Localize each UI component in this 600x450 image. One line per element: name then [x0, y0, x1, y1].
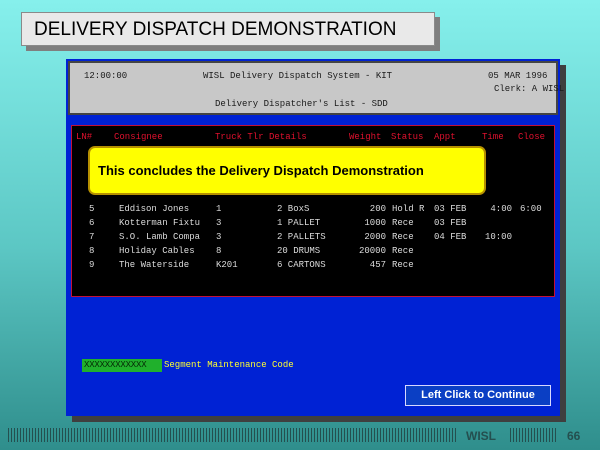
segment-code-label: Segment Maintenance Code — [164, 360, 294, 370]
row-ln: 9 — [89, 260, 95, 270]
table-row[interactable]: 6 Kotterman Fixtu 3 1 PALLET 1000 Rece 0… — [72, 218, 554, 231]
row-details: 2 BoxS — [277, 204, 310, 214]
column-header-weight: Weight — [349, 132, 382, 142]
row-status: Hold R — [392, 204, 425, 214]
row-close: 6:00 — [520, 204, 542, 214]
row-weight: 20000 — [358, 246, 386, 256]
header-system-name: WISL Delivery Dispatch System - KIT — [203, 71, 393, 81]
row-details: 20 DRUMS — [277, 246, 321, 256]
row-details: 1 PALLET — [277, 218, 321, 228]
segment-code-field[interactable]: XXXXXXXXXXXX — [82, 359, 162, 372]
slide-footer: WISL 66 — [0, 426, 600, 448]
column-header-ln: LN# — [76, 132, 93, 142]
row-time: 10:00 — [484, 232, 512, 242]
slide-title: DELIVERY DISPATCH DEMONSTRATION — [21, 12, 435, 46]
row-ln: 5 — [89, 204, 95, 214]
table-row[interactable]: 7 S.O. Lamb Compa 3 2 PALLETS 2000 Rece … — [72, 232, 554, 245]
row-status: Rece — [392, 260, 414, 270]
terminal-screen: 12:00:00 WISL Delivery Dispatch System -… — [66, 59, 564, 416]
row-truck: 1 — [216, 204, 222, 214]
row-details: 6 CARTONS — [277, 260, 326, 270]
header-time: 12:00:00 — [84, 71, 128, 81]
column-header-consignee: Consignee — [114, 132, 163, 142]
row-truck: 3 — [216, 218, 222, 228]
header-screen-title: Delivery Dispatcher's List - SDD — [215, 99, 388, 109]
column-header-time: Time — [482, 132, 504, 142]
continue-button[interactable]: Left Click to Continue — [405, 385, 551, 406]
row-status: Rece — [392, 246, 414, 256]
row-weight: 200 — [369, 204, 386, 214]
row-appt: 03 FEB — [434, 204, 467, 214]
column-header-status: Status — [391, 132, 424, 142]
footer-brand: WISL — [466, 429, 496, 443]
row-time: 4:00 — [490, 204, 512, 214]
footer-barcode-right — [510, 428, 558, 442]
footer-barcode-left — [8, 428, 456, 442]
header-date: 05 MAR 1996 — [488, 71, 548, 81]
row-details: 2 PALLETS — [277, 232, 326, 242]
row-appt: 03 FEB — [434, 218, 467, 228]
row-truck: K201 — [216, 260, 238, 270]
row-ln: 6 — [89, 218, 95, 228]
column-header-truck: Truck Tlr Details — [215, 132, 307, 142]
dispatch-list: LN# Consignee Truck Tlr Details Weight S… — [71, 125, 555, 297]
row-ln: 7 — [89, 232, 95, 242]
row-status: Rece — [392, 232, 414, 242]
row-consignee: The Waterside — [119, 260, 190, 270]
row-appt: 04 FEB — [434, 232, 467, 242]
row-ln: 8 — [89, 246, 95, 256]
table-row[interactable]: 8 Holiday Cables 8 20 DRUMS 20000 Rece — [72, 246, 554, 259]
row-consignee: Holiday Cables — [119, 246, 195, 256]
row-consignee: Eddison Jones — [119, 204, 190, 214]
row-consignee: S.O. Lamb Compa — [119, 232, 201, 242]
row-weight: 1000 — [364, 218, 386, 228]
demo-end-popup: This concludes the Delivery Dispatch Dem… — [88, 146, 486, 195]
row-weight: 2000 — [364, 232, 386, 242]
row-weight: 457 — [369, 260, 386, 270]
row-truck: 3 — [216, 232, 222, 242]
row-status: Rece — [392, 218, 414, 228]
column-header-appt: Appt — [434, 132, 456, 142]
page-number: 66 — [567, 429, 581, 443]
column-header-close: Close — [518, 132, 546, 142]
row-consignee: Kotterman Fixtu — [119, 218, 201, 228]
table-row[interactable]: 5 Eddison Jones 1 2 BoxS 200 Hold R 03 F… — [72, 204, 554, 217]
screen-header: 12:00:00 WISL Delivery Dispatch System -… — [68, 61, 564, 115]
row-truck: 8 — [216, 246, 222, 256]
table-row[interactable]: 9 The Waterside K201 6 CARTONS 457 Rece — [72, 260, 554, 273]
header-clerk: Clerk: A WISL — [494, 84, 565, 94]
